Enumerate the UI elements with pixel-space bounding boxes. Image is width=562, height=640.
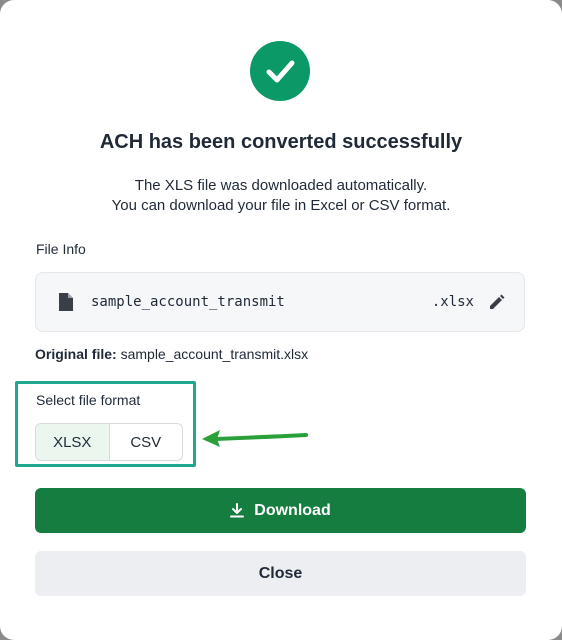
dialog-title: ACH has been converted successfully <box>99 131 463 153</box>
document-icon <box>59 293 73 311</box>
file-info-label: File Info <box>36 241 86 257</box>
subtitle-line: You can download your file in Excel or C… <box>111 197 451 214</box>
arrow-left-icon <box>202 430 308 447</box>
check-circle-icon <box>250 41 310 101</box>
subtitle-line: The XLS file was downloaded automaticall… <box>134 177 428 194</box>
pencil-icon[interactable] <box>488 294 505 311</box>
original-file-label: Original file: <box>35 346 117 362</box>
file-format-toggle: XLSX CSV <box>35 423 183 461</box>
download-button[interactable]: Download <box>35 488 526 533</box>
file-info-box: sample_account_transmit .xlsx <box>35 272 525 332</box>
format-option-csv[interactable]: CSV <box>108 424 183 460</box>
close-button[interactable]: Close <box>35 551 526 596</box>
file-extension: .xlsx <box>431 294 474 310</box>
download-icon <box>230 503 245 518</box>
original-file-info: Original file: sample_account_transmit.x… <box>35 346 308 362</box>
download-button-label: Download <box>254 501 331 519</box>
dialog-subtitle: The XLS file was downloaded automaticall… <box>0 176 562 216</box>
original-file-value: sample_account_transmit.xlsx <box>120 346 309 362</box>
conversion-dialog: ACH has been converted successfully The … <box>0 0 562 640</box>
format-label: Select file format <box>36 392 141 408</box>
file-name: sample_account_transmit <box>91 294 285 310</box>
format-option-xlsx[interactable]: XLSX <box>36 424 109 460</box>
